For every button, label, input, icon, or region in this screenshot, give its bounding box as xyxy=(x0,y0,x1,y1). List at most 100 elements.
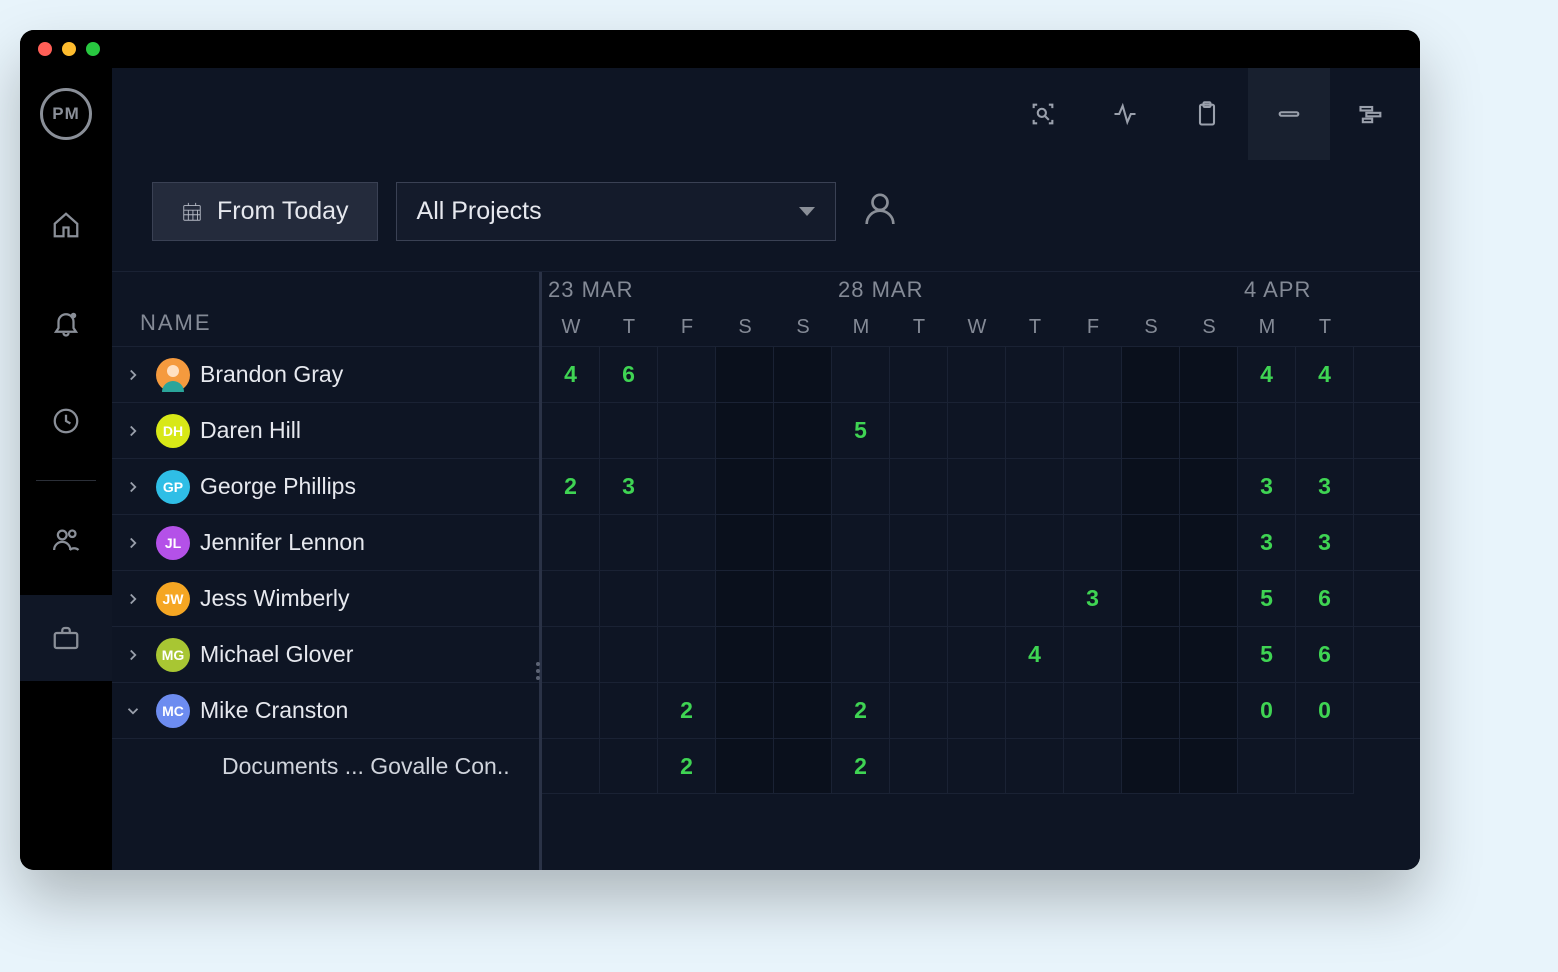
window-minimize-button[interactable] xyxy=(62,42,76,56)
workload-cell[interactable] xyxy=(774,459,832,514)
workload-cell[interactable] xyxy=(542,683,600,738)
view-workload-button[interactable] xyxy=(1248,68,1330,160)
view-zoom-button[interactable] xyxy=(1002,68,1084,160)
workload-cell[interactable]: 3 xyxy=(1064,571,1122,626)
workload-cell[interactable] xyxy=(1180,683,1238,738)
workload-cell[interactable]: 3 xyxy=(1238,459,1296,514)
workload-cell[interactable] xyxy=(658,403,716,458)
workload-cell[interactable] xyxy=(542,571,600,626)
workload-cell[interactable] xyxy=(1238,403,1296,458)
workload-cell[interactable] xyxy=(658,515,716,570)
people-filter-button[interactable] xyxy=(860,189,900,234)
expand-toggle[interactable] xyxy=(120,586,146,612)
nav-recent[interactable] xyxy=(20,378,112,464)
workload-cell[interactable]: 4 xyxy=(1296,347,1354,402)
workload-cell[interactable]: 4 xyxy=(1006,627,1064,682)
workload-cell[interactable] xyxy=(1122,683,1180,738)
workload-cell[interactable] xyxy=(1122,627,1180,682)
person-row[interactable]: MGMichael Glover xyxy=(112,626,539,682)
expand-toggle[interactable] xyxy=(120,362,146,388)
workload-cell[interactable]: 3 xyxy=(1238,515,1296,570)
workload-cell[interactable] xyxy=(1296,403,1354,458)
workload-cell[interactable]: 0 xyxy=(1238,683,1296,738)
workload-cell[interactable] xyxy=(890,683,948,738)
workload-cell[interactable] xyxy=(1122,739,1180,794)
from-today-button[interactable]: From Today xyxy=(152,182,378,241)
workload-cell[interactable]: 3 xyxy=(1296,459,1354,514)
workload-cell[interactable]: 2 xyxy=(542,459,600,514)
workload-cell[interactable] xyxy=(1122,571,1180,626)
person-row[interactable]: MCMike Cranston xyxy=(112,682,539,738)
workload-cell[interactable] xyxy=(948,347,1006,402)
expand-toggle[interactable] xyxy=(120,642,146,668)
workload-cell[interactable] xyxy=(1064,459,1122,514)
workload-cell[interactable] xyxy=(1180,515,1238,570)
workload-cell[interactable] xyxy=(1064,403,1122,458)
workload-cell[interactable]: 6 xyxy=(600,347,658,402)
workload-cell[interactable] xyxy=(600,515,658,570)
workload-cell[interactable] xyxy=(1006,459,1064,514)
workload-cell[interactable] xyxy=(1064,627,1122,682)
workload-cell[interactable] xyxy=(948,571,1006,626)
workload-cell[interactable]: 5 xyxy=(1238,571,1296,626)
workload-cell[interactable] xyxy=(948,403,1006,458)
workload-cell[interactable] xyxy=(890,347,948,402)
workload-cell[interactable] xyxy=(948,683,1006,738)
workload-cell[interactable] xyxy=(1180,347,1238,402)
task-row[interactable]: Documents ... Govalle Con.. xyxy=(112,738,539,794)
workload-cell[interactable] xyxy=(1064,683,1122,738)
nav-home[interactable] xyxy=(20,182,112,268)
expand-toggle[interactable] xyxy=(120,418,146,444)
workload-cell[interactable] xyxy=(1180,403,1238,458)
view-clipboard-button[interactable] xyxy=(1166,68,1248,160)
workload-cell[interactable] xyxy=(1006,347,1064,402)
workload-cell[interactable] xyxy=(890,515,948,570)
workload-cell[interactable] xyxy=(890,739,948,794)
workload-cell[interactable] xyxy=(658,627,716,682)
workload-cell[interactable]: 2 xyxy=(832,683,890,738)
expand-toggle[interactable] xyxy=(120,474,146,500)
workload-cell[interactable] xyxy=(832,627,890,682)
workload-cell[interactable] xyxy=(542,627,600,682)
workload-cell[interactable]: 4 xyxy=(542,347,600,402)
workload-cell[interactable] xyxy=(658,459,716,514)
workload-cell[interactable] xyxy=(1064,347,1122,402)
workload-cell[interactable] xyxy=(774,403,832,458)
workload-cell[interactable] xyxy=(774,683,832,738)
workload-cell[interactable] xyxy=(1064,515,1122,570)
workload-cell[interactable] xyxy=(1006,739,1064,794)
window-close-button[interactable] xyxy=(38,42,52,56)
expand-toggle[interactable] xyxy=(120,530,146,556)
workload-cell[interactable] xyxy=(716,347,774,402)
workload-cell[interactable] xyxy=(1006,571,1064,626)
workload-cell[interactable] xyxy=(948,459,1006,514)
workload-cell[interactable]: 0 xyxy=(1296,683,1354,738)
workload-cell[interactable]: 4 xyxy=(1238,347,1296,402)
workload-cell[interactable] xyxy=(832,515,890,570)
view-activity-button[interactable] xyxy=(1084,68,1166,160)
workload-cell[interactable]: 6 xyxy=(1296,627,1354,682)
projects-select[interactable]: All Projects xyxy=(396,182,836,241)
workload-cell[interactable] xyxy=(1296,739,1354,794)
workload-cell[interactable] xyxy=(948,515,1006,570)
workload-cell[interactable]: 3 xyxy=(1296,515,1354,570)
workload-cell[interactable] xyxy=(890,571,948,626)
workload-cell[interactable] xyxy=(716,683,774,738)
workload-cell[interactable] xyxy=(1006,683,1064,738)
workload-cell[interactable] xyxy=(774,571,832,626)
workload-cell[interactable] xyxy=(890,459,948,514)
workload-cell[interactable] xyxy=(1064,739,1122,794)
workload-cell[interactable]: 2 xyxy=(832,739,890,794)
workload-cell[interactable] xyxy=(600,627,658,682)
workload-cell[interactable] xyxy=(600,739,658,794)
workload-cell[interactable] xyxy=(1238,739,1296,794)
nav-portfolio[interactable] xyxy=(20,595,112,681)
workload-cell[interactable]: 5 xyxy=(1238,627,1296,682)
person-row[interactable]: GPGeorge Phillips xyxy=(112,458,539,514)
workload-cell[interactable] xyxy=(716,515,774,570)
workload-cell[interactable] xyxy=(1006,515,1064,570)
workload-cell[interactable] xyxy=(1122,347,1180,402)
workload-cell[interactable] xyxy=(1006,403,1064,458)
workload-cell[interactable] xyxy=(1180,571,1238,626)
workload-cell[interactable] xyxy=(774,347,832,402)
